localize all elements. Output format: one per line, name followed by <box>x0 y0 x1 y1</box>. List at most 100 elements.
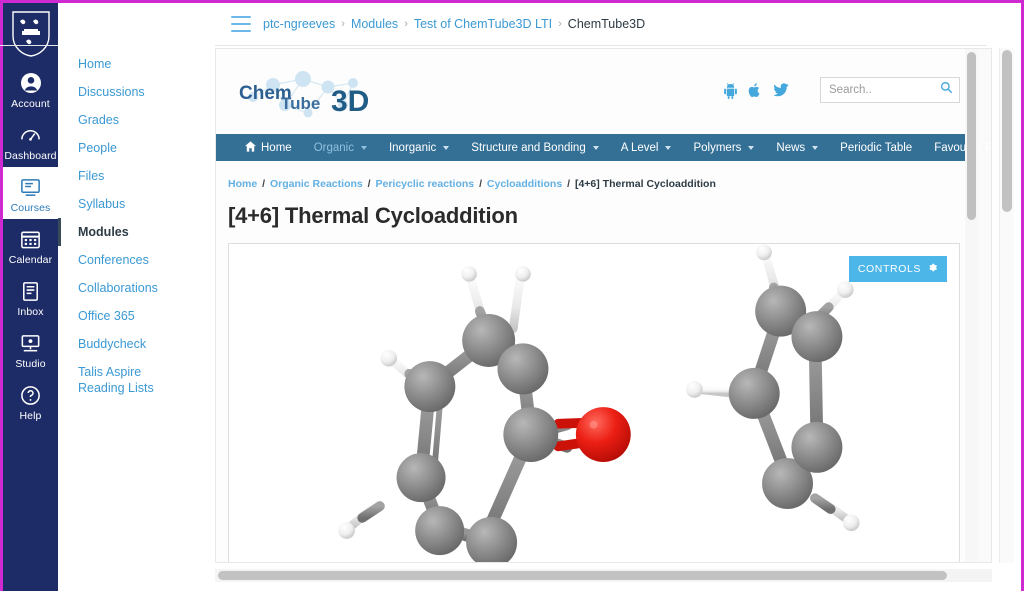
course-nav-item-collaborations[interactable]: Collaborations <box>58 274 215 302</box>
university-shield-logo[interactable] <box>11 11 51 57</box>
hamburger-icon[interactable] <box>231 16 251 32</box>
controls-button-label: CONTROLS <box>857 263 921 275</box>
global-nav-item-help[interactable]: Help <box>3 375 58 427</box>
breadcrumb-item-modules[interactable]: Modules <box>351 17 398 31</box>
menu-item-periodic-table[interactable]: Periodic Table <box>829 134 923 161</box>
course-nav-item-syllabus[interactable]: Syllabus <box>58 190 215 218</box>
inbox-icon <box>18 278 44 304</box>
course-nav-item-buddycheck[interactable]: Buddycheck <box>58 330 215 358</box>
global-nav-item-inbox[interactable]: Inbox <box>3 271 58 323</box>
chevron-down-icon <box>592 145 599 150</box>
page-scrollbar-thumb[interactable] <box>1002 50 1012 212</box>
page-scrollbar[interactable] <box>999 48 1014 563</box>
menu-item-home[interactable]: Home <box>234 134 303 161</box>
global-nav-label: Studio <box>15 358 46 370</box>
global-nav-label: Calendar <box>8 254 53 266</box>
chemtube-page-scrollbar-thumb[interactable] <box>967 52 976 220</box>
chem-breadcrumb-item-cycloadditions[interactable]: Cycloadditions <box>487 178 562 190</box>
menu-item-inorganic[interactable]: Inorganic <box>378 134 460 161</box>
breadcrumb-separator: › <box>558 18 562 30</box>
search-input[interactable] <box>829 84 940 96</box>
course-nav-item-office-365[interactable]: Office 365 <box>58 302 215 330</box>
gear-icon <box>927 262 938 276</box>
twitter-icon[interactable] <box>773 82 789 99</box>
menu-item-news[interactable]: News <box>765 134 829 161</box>
chem-breadcrumb-item-pericyclic-reactions[interactable]: Pericyclic reactions <box>376 178 475 190</box>
studio-icon <box>18 330 44 356</box>
menu-item-label: Home <box>261 141 292 154</box>
course-nav-item-files[interactable]: Files <box>58 162 215 190</box>
chevron-down-icon <box>443 145 450 150</box>
menu-item-label: Inorganic <box>388 141 437 154</box>
course-navigation-column: Home Discussions Grades People Files Syl… <box>0 3 215 591</box>
global-nav-item-calendar[interactable]: Calendar <box>3 219 58 271</box>
android-icon[interactable] <box>723 82 738 99</box>
menu-item-label: News <box>776 141 806 154</box>
dashboard-icon <box>18 122 44 148</box>
chem-breadcrumb-item-home[interactable]: Home <box>228 178 257 190</box>
svg-text:3D: 3D <box>331 85 369 118</box>
menu-item-label: Periodic Table <box>840 141 913 154</box>
horizontal-scrollbar-thumb[interactable] <box>218 571 947 580</box>
chevron-down-icon <box>812 145 819 150</box>
user-circle-icon <box>18 70 44 96</box>
chevron-down-icon <box>360 145 367 150</box>
global-nav-label: Inbox <box>17 306 44 318</box>
topbar-divider <box>215 45 987 46</box>
global-nav-label: Dashboard <box>4 150 57 162</box>
global-nav-item-account[interactable]: Account <box>3 63 58 115</box>
global-nav-item-studio[interactable]: Studio <box>3 323 58 375</box>
menu-item-structure-and-bonding[interactable]: Structure and Bonding <box>460 134 609 161</box>
global-nav-label: Courses <box>10 202 51 214</box>
breadcrumb-separator: › <box>404 18 408 30</box>
search-icon[interactable] <box>940 81 953 99</box>
menu-item-label: Favourite Pages <box>934 141 991 154</box>
home-icon <box>245 140 256 155</box>
course-nav-item-people[interactable]: People <box>58 134 215 162</box>
breadcrumb-item-course[interactable]: ptc-ngreeves <box>263 17 335 31</box>
menu-item-polymers[interactable]: Polymers <box>682 134 765 161</box>
course-nav-item-modules[interactable]: Modules <box>58 218 215 246</box>
course-nav-item-grades[interactable]: Grades <box>58 106 215 134</box>
chemtube-page-scrollbar[interactable] <box>965 49 978 562</box>
course-nav-item-discussions[interactable]: Discussions <box>58 78 215 106</box>
course-nav-item-home[interactable]: Home <box>58 50 215 78</box>
chem-breadcrumb-separator: / <box>367 178 371 190</box>
course-nav-item-conferences[interactable]: Conferences <box>58 246 215 274</box>
apple-icon[interactable] <box>748 82 763 99</box>
chem-breadcrumb-separator: / <box>567 178 571 190</box>
course-nav-item-talis-aspire-reading-lists[interactable]: Talis Aspire Reading Lists <box>58 358 176 402</box>
global-navigation: Account Dashboard Courses Calendar Inbox <box>3 3 58 591</box>
chemtube3d-page-body: Home / Organic Reactions / Pericyclic re… <box>216 161 978 562</box>
menu-item-a-level[interactable]: A Level <box>610 134 683 161</box>
horizontal-scrollbar[interactable] <box>215 569 992 582</box>
social-links <box>723 82 789 99</box>
global-nav-label: Help <box>19 410 42 422</box>
chem-breadcrumb-item-organic-reactions[interactable]: Organic Reactions <box>270 178 363 190</box>
menu-item-favourite-pages[interactable]: Favourite Pages <box>923 134 991 161</box>
menu-item-label: Polymers <box>693 141 742 154</box>
jsmol-molecule-viewer[interactable]: CONTROLS <box>228 243 960 562</box>
menu-item-label: Organic <box>313 141 354 154</box>
main-content: ptc-ngreeves › Modules › Test of ChemTub… <box>215 3 1021 591</box>
svg-text:Tube: Tube <box>281 94 320 113</box>
breadcrumb: ptc-ngreeves › Modules › Test of ChemTub… <box>263 17 645 31</box>
calendar-icon <box>18 226 44 252</box>
oxygen-atom <box>575 407 631 462</box>
page-title: [4+6] Thermal Cycloaddition <box>228 203 518 228</box>
global-nav-item-courses[interactable]: Courses <box>3 167 58 219</box>
chevron-down-icon <box>748 145 755 150</box>
help-icon <box>18 382 44 408</box>
global-nav-item-dashboard[interactable]: Dashboard <box>3 115 58 167</box>
chem-breadcrumb-item-current: [4+6] Thermal Cycloaddition <box>574 178 716 190</box>
molecule-render <box>229 244 959 562</box>
controls-button[interactable]: CONTROLS <box>848 256 947 282</box>
menu-item-organic[interactable]: Organic <box>303 134 378 161</box>
breadcrumb-item-test-of-chemtube3d-lti[interactable]: Test of ChemTube3D LTI <box>414 17 552 31</box>
chemtube3d-logo[interactable]: Chem Tube 3D <box>233 71 413 121</box>
chemtube3d-page: Chem Tube 3D Search.. Home Organic Inorg… <box>216 49 991 562</box>
topbar-divider-left <box>0 45 58 46</box>
chevron-down-icon <box>665 145 672 150</box>
site-search[interactable] <box>820 77 960 103</box>
lti-tool-iframe: Chem Tube 3D Search.. Home Organic Inorg… <box>215 48 992 563</box>
